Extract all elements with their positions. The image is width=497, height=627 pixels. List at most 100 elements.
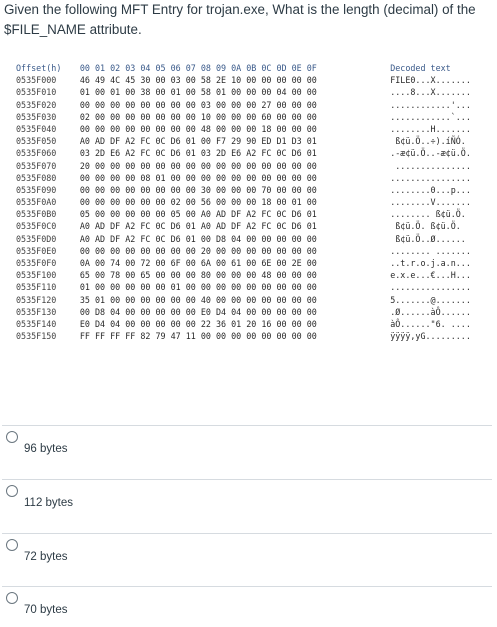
hex-row: 0535F0C0 A0 AD DF A2 FC 0C D6 01 A0 AD DF… — [16, 220, 490, 232]
row-decoded: ................ — [390, 172, 471, 183]
hex-row: 0535F0A0 00 00 00 00 00 00 02 00 56 00 00… — [16, 196, 490, 208]
hex-row: 0535F0F0 0A 00 74 00 72 00 6F 00 6A 00 61… — [16, 257, 490, 269]
row-decoded: ................ — [390, 282, 471, 293]
row-decoded: FILE0...X....... — [390, 75, 471, 86]
hex-dump: Offset(h) 00 01 02 03 04 05 06 07 08 09 … — [16, 62, 490, 342]
row-decoded: ÿÿÿÿ‚yG......... — [390, 331, 471, 342]
row-bytes: FF FF FF FF 82 79 47 11 00 00 00 00 00 0… — [79, 331, 317, 342]
radio-button[interactable] — [6, 431, 18, 443]
answer-option-72-bytes[interactable]: 72 bytes — [2, 533, 492, 574]
row-bytes: A0 AD DF A2 FC 0C D6 01 00 F7 29 90 ED D… — [79, 136, 317, 147]
hex-row: 0535F0E0 00 00 00 00 00 00 00 00 20 00 00… — [16, 245, 490, 257]
row-bytes: E0 D4 04 00 00 00 00 00 22 36 01 20 16 0… — [79, 318, 317, 329]
hex-header-row: Offset(h) 00 01 02 03 04 05 06 07 08 09 … — [16, 62, 490, 74]
row-offset: 0535F040 — [16, 123, 57, 134]
row-decoded: ­ß¢ü.Ö..÷).íÑÓ. — [390, 136, 466, 147]
row-bytes: A0 AD DF A2 FC 0C D6 01 A0 AD DF A2 FC 0… — [79, 221, 317, 232]
hex-row: 0535F0B0 05 00 00 00 00 00 05 00 A0 AD DF… — [16, 208, 490, 220]
row-bytes: 35 01 00 00 00 00 00 00 40 00 00 00 00 0… — [79, 294, 317, 305]
hex-row: 0535F140 E0 D4 04 00 00 00 00 00 22 36 01… — [16, 318, 490, 330]
radio-button[interactable] — [6, 539, 18, 551]
row-decoded: ....8...X....... — [390, 87, 471, 98]
answer-option-112-bytes[interactable]: 112 bytes — [2, 479, 492, 520]
row-offset: 0535F0C0 — [16, 221, 57, 232]
row-bytes: 00 D8 04 00 00 00 00 00 E0 D4 04 00 00 0… — [79, 306, 317, 317]
row-bytes: 65 00 78 00 65 00 00 00 80 00 00 00 48 0… — [79, 270, 317, 281]
hex-row: 0535F080 00 00 00 00 08 01 00 00 00 00 00… — [16, 172, 490, 184]
row-offset: 0535F050 — [16, 136, 57, 147]
row-offset: 0535F100 — [16, 270, 57, 281]
hex-row: 0535F010 01 00 01 00 38 00 01 00 58 01 00… — [16, 86, 490, 98]
row-offset: 0535F110 — [16, 282, 57, 293]
row-offset: 0535F070 — [16, 160, 57, 171]
decoded-header: Decoded text — [390, 63, 451, 73]
row-bytes: 00 00 00 00 00 00 00 00 20 00 00 00 00 0… — [79, 245, 317, 256]
row-bytes: 00 00 00 00 00 00 00 00 03 00 00 00 27 0… — [79, 99, 317, 110]
hex-row: 0535F110 01 00 00 00 00 00 01 00 00 00 00… — [16, 281, 490, 293]
offset-header: Offset(h) — [16, 63, 62, 73]
row-decoded: ........ ....... — [390, 245, 471, 256]
row-decoded: .Ø......àÔ...... — [390, 306, 471, 317]
row-decoded: ........V....... — [390, 197, 471, 208]
answer-label: 112 bytes — [24, 497, 74, 509]
row-decoded: e.x.e...€...H... — [390, 270, 471, 281]
row-offset: 0535F0D0 — [16, 233, 57, 244]
answer-label: 72 bytes — [24, 551, 68, 563]
row-offset: 0535F0F0 — [16, 258, 57, 268]
hex-row: 0535F030 02 00 00 00 00 00 00 00 10 00 00… — [16, 111, 490, 123]
row-decoded: àÔ......"6. .... — [390, 318, 471, 329]
row-offset: 0535F080 — [16, 172, 57, 183]
row-offset: 0535F0B0 — [16, 209, 57, 220]
row-decoded: 5.......@....... — [390, 294, 471, 305]
row-bytes: 01 00 01 00 38 00 01 00 58 01 00 00 00 0… — [79, 87, 317, 98]
hex-row: 0535F130 00 D8 04 00 00 00 00 00 E0 D4 04… — [16, 306, 490, 318]
row-bytes: 00 00 00 00 08 01 00 00 00 00 00 00 00 0… — [79, 172, 317, 183]
row-decoded: .-æ¢ü.Ö..-æ¢ü.Ö. — [390, 148, 471, 159]
row-bytes: A0 AD DF A2 FC 0C D6 01 00 D8 04 00 00 0… — [79, 233, 317, 244]
row-offset: 0535F030 — [16, 111, 57, 122]
row-offset: 0535F150 — [16, 331, 57, 342]
row-bytes: 02 00 00 00 00 00 00 00 10 00 00 00 60 0… — [79, 111, 317, 122]
row-bytes: 46 49 4C 45 30 00 03 00 58 2E 10 00 00 0… — [79, 75, 317, 86]
row-decoded: ............`... — [390, 111, 471, 122]
row-offset: 0535F060 — [16, 148, 57, 159]
hex-row: 0535F060 03 2D E6 A2 FC 0C D6 01 03 2D E6… — [16, 147, 490, 159]
hex-row: 0535F120 35 01 00 00 00 00 00 00 40 00 00… — [16, 294, 490, 306]
radio-button[interactable] — [6, 485, 18, 497]
answer-label: 70 bytes — [24, 604, 68, 616]
question-text: Given the following MFT Entry for trojan… — [4, 2, 476, 37]
row-bytes: 05 00 00 00 00 00 05 00 A0 AD DF A2 FC 0… — [79, 209, 317, 220]
row-bytes: 03 2D E6 A2 FC 0C D6 01 03 2D E6 A2 FC 0… — [79, 148, 317, 159]
row-decoded: ........ ­ß¢ü.Ö. — [390, 209, 466, 220]
answer-label: 96 bytes — [24, 443, 68, 455]
radio-button[interactable] — [6, 592, 18, 604]
hex-row: 0535F000 46 49 4C 45 30 00 03 00 58 2E 10… — [16, 74, 490, 86]
row-decoded: ........0...p... — [390, 184, 471, 195]
row-offset: 0535F130 — [16, 306, 57, 317]
row-offset: 0535F120 — [16, 294, 57, 305]
row-decoded: ..t.r.o.j.a.n... — [390, 258, 471, 268]
row-offset: 0535F020 — [16, 99, 57, 110]
row-decoded: ­ß¢ü.Ö..Ø...... — [390, 233, 466, 244]
hex-row: 0535F100 65 00 78 00 65 00 00 00 80 00 00… — [16, 269, 490, 281]
hex-row: 0535F090 00 00 00 00 00 00 00 00 30 00 00… — [16, 184, 490, 196]
hex-row: 0535F070 20 00 00 00 00 00 00 00 00 00 00… — [16, 160, 490, 172]
row-offset: 0535F0E0 — [16, 245, 57, 256]
hex-row: 0535F040 00 00 00 00 00 00 00 00 48 00 00… — [16, 123, 490, 135]
hex-row: 0535F050 A0 AD DF A2 FC 0C D6 01 00 F7 29… — [16, 135, 490, 147]
row-decoded: ............... — [390, 160, 471, 171]
row-offset: 0535F090 — [16, 184, 57, 195]
row-offset: 0535F010 — [16, 87, 57, 98]
row-offset: 0535F0A0 — [16, 197, 57, 208]
hex-rows: 0535F000 46 49 4C 45 30 00 03 00 58 2E 10… — [16, 74, 490, 342]
row-decoded: ............'... — [390, 99, 471, 110]
answer-option-96-bytes[interactable]: 96 bytes — [2, 425, 492, 466]
row-bytes: 00 00 00 00 00 00 02 00 56 00 00 00 18 0… — [79, 197, 317, 208]
row-decoded: ­ß¢ü.Ö. ­ß¢ü.Ö. — [390, 221, 461, 232]
row-bytes: 20 00 00 00 00 00 00 00 00 00 00 00 00 0… — [79, 160, 317, 171]
row-offset: 0535F140 — [16, 318, 57, 329]
row-bytes: 00 00 00 00 00 00 00 00 30 00 00 00 70 0… — [79, 184, 317, 195]
bytes-header: 00 01 02 03 04 05 06 07 08 09 0A 0B 0C 0… — [79, 63, 317, 73]
answer-option-70-bytes[interactable]: 70 bytes — [2, 586, 492, 627]
hex-row: 0535F020 00 00 00 00 00 00 00 00 03 00 00… — [16, 99, 490, 111]
